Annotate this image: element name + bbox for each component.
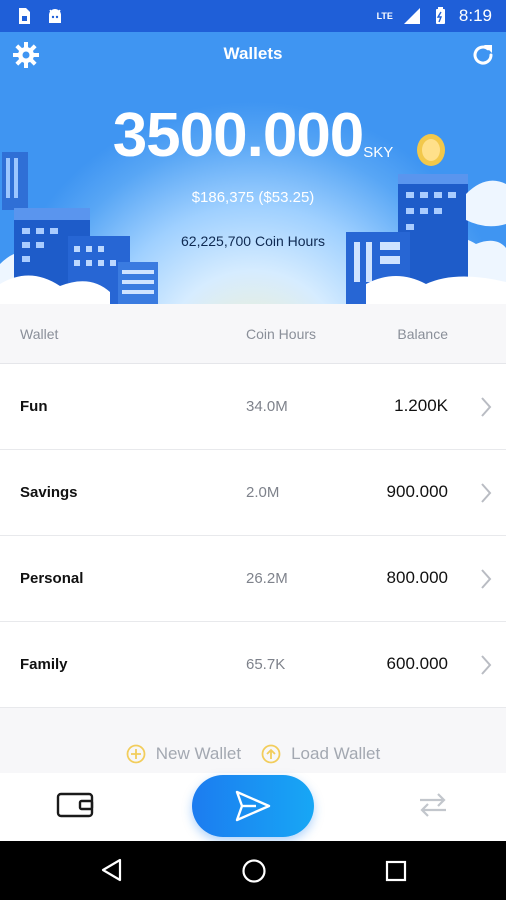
col-header-coin-hours: Coin Hours bbox=[246, 325, 317, 342]
android-icon bbox=[49, 9, 61, 23]
col-header-wallet: Wallet bbox=[20, 325, 59, 342]
transfer-icon[interactable] bbox=[416, 792, 450, 818]
page-title: Wallets bbox=[223, 44, 283, 63]
balance-header: Wallets 3500.000SKY $186,375 ($53.25) 62… bbox=[0, 32, 506, 304]
wallet-coin-hours: 26.2M bbox=[246, 570, 288, 587]
signal-icon bbox=[403, 8, 420, 24]
wallet-name: Family bbox=[20, 656, 68, 673]
status-bar: LTE 8:19 bbox=[0, 0, 506, 32]
network-label: LTE bbox=[376, 11, 393, 21]
city-right-illustration bbox=[346, 134, 506, 304]
bottom-nav bbox=[0, 773, 506, 841]
wallet-name: Fun bbox=[20, 398, 48, 415]
wallet-actions: New Wallet Load Wallet bbox=[0, 735, 506, 773]
recents-icon[interactable] bbox=[385, 860, 407, 882]
wallet-name: Savings bbox=[20, 484, 78, 501]
col-header-balance: Balance bbox=[397, 325, 448, 342]
wallet-row-fun[interactable]: Fun 34.0M 1.200K bbox=[0, 364, 506, 450]
new-wallet-button[interactable]: New Wallet bbox=[126, 744, 241, 764]
chevron-right-icon bbox=[481, 483, 492, 503]
upload-circle-icon bbox=[261, 744, 281, 764]
back-icon[interactable] bbox=[100, 858, 124, 882]
wallet-balance: 1.200K bbox=[394, 396, 448, 415]
city-left-illustration bbox=[0, 152, 158, 304]
chevron-right-icon bbox=[481, 397, 492, 417]
wallet-row-savings[interactable]: Savings 2.0M 900.000 bbox=[0, 450, 506, 536]
wallet-name: Personal bbox=[20, 570, 84, 587]
load-wallet-label: Load Wallet bbox=[291, 744, 381, 763]
wallet-coin-hours: 65.7K bbox=[246, 656, 286, 673]
system-nav-bar bbox=[0, 841, 506, 900]
wallet-row-personal[interactable]: Personal 26.2M 800.000 bbox=[0, 536, 506, 622]
home-icon[interactable] bbox=[241, 858, 267, 884]
chevron-right-icon bbox=[481, 655, 492, 675]
wallet-balance: 900.000 bbox=[386, 482, 448, 501]
add-circle-icon bbox=[126, 744, 146, 764]
battery-icon bbox=[435, 7, 445, 24]
load-wallet-button[interactable]: Load Wallet bbox=[261, 744, 380, 764]
refresh-icon[interactable] bbox=[470, 42, 496, 68]
sim-card-icon bbox=[19, 8, 30, 24]
wallet-coin-hours: 2.0M bbox=[246, 484, 280, 501]
clock: 8:19 bbox=[458, 6, 492, 25]
wallet-balance: 800.000 bbox=[386, 568, 448, 587]
wallets-screen: LTE 8:19 Wallets 3500.000SKY $186,375 ($… bbox=[0, 0, 506, 900]
new-wallet-label: New Wallet bbox=[155, 744, 242, 763]
send-button[interactable] bbox=[192, 775, 314, 837]
table-header: Wallet Coin Hours Balance bbox=[0, 304, 506, 364]
wallet-icon[interactable] bbox=[56, 791, 94, 819]
wallet-row-family[interactable]: Family 65.7K 600.000 bbox=[0, 622, 506, 708]
wallet-balance: 600.000 bbox=[386, 654, 448, 673]
chevron-right-icon bbox=[481, 569, 492, 589]
send-icon bbox=[235, 790, 271, 822]
wallet-table: Wallet Coin Hours Balance Fun 34.0M 1.20… bbox=[0, 304, 506, 708]
wallet-coin-hours: 34.0M bbox=[246, 398, 288, 415]
